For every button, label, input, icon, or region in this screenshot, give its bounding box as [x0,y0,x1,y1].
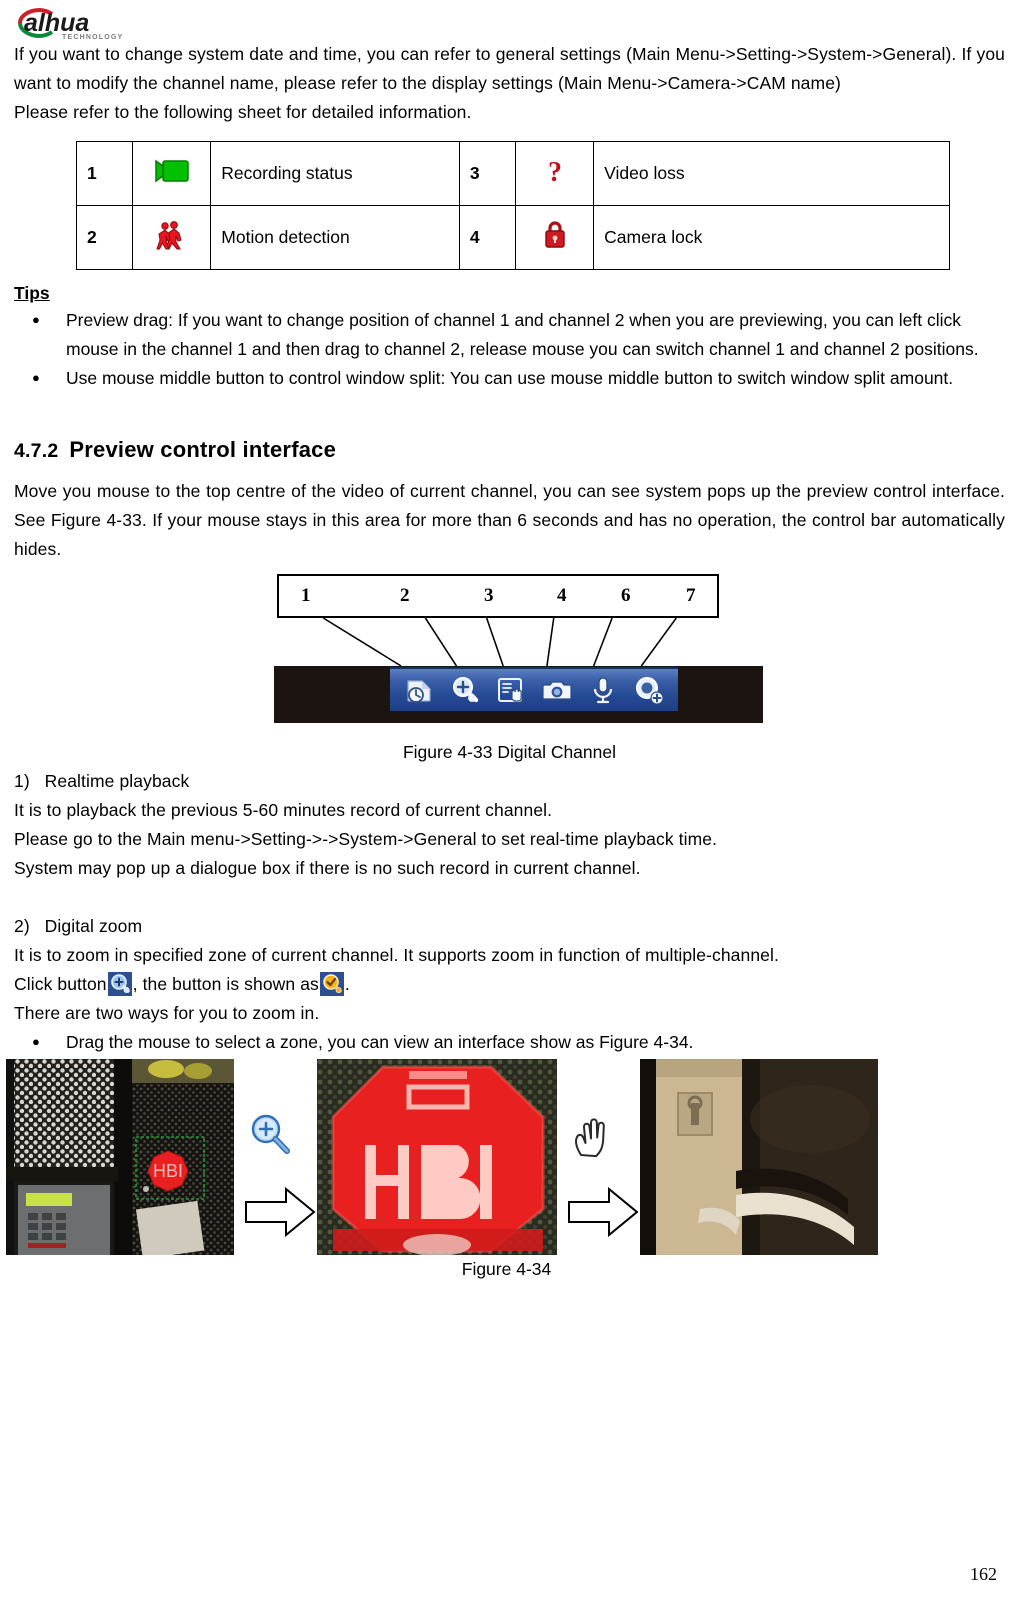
video-loss-question-mark-icon: ? [514,141,595,206]
figure-4-34-shot-2 [317,1059,557,1255]
figure-4-34-shot-3 [640,1059,878,1255]
row2-left-label: Motion detection [210,205,460,270]
svg-text:HBI: HBI [153,1161,183,1181]
dahua-logo-icon: alhua TECHNOLOGY [18,7,123,41]
item1-line-2: Please go to the Main menu->Setting->->S… [14,829,718,849]
dahua-logo: alhua TECHNOLOGY [14,4,164,41]
svg-text:?: ? [548,157,562,186]
snapshot-camera-icon[interactable] [540,673,574,707]
status-icon-legend-table: 1 Recording status 3 ? Video loss 2 Moti… [75,141,950,270]
zoom-in-magnifier-icon [247,1111,293,1162]
callout-number-1: 1 [301,585,311,606]
row1-right-label: Video loss [593,141,950,206]
intro-paragraph-2: Please refer to the following sheet for … [14,102,472,122]
list-item: Use mouse middle button to control windo… [14,363,1005,393]
motion-detection-running-person-icon [132,205,212,270]
zoomed-hbi-red-octagon-sign [317,1059,557,1255]
row1-right-number: 3 [458,141,516,206]
zoom-ways-list: Drag the mouse to select a zone, you can… [14,1027,1005,1057]
list-item: Drag the mouse to select a zone, you can… [14,1027,1005,1057]
camera-view-with-green-selection-box-on-hbi-sign: HBI [6,1059,234,1255]
item1-heading: 1) Realtime playback [14,767,1005,796]
svg-text:alhua: alhua [24,9,89,37]
row2-right-label: Camera lock [593,205,950,270]
item2-title: Digital zoom [44,916,143,936]
callout-leader-lines [322,617,677,667]
tips-list: Preview drag: If you want to change posi… [14,305,1005,393]
zoom-in-magnifier-blue-icon[interactable] [107,972,132,996]
zoomed-door-handle-detail [640,1059,878,1255]
logo-tagline: TECHNOLOGY [62,34,123,41]
item2-click-mid: , the button is shown as [132,974,319,994]
row1-left-number: 1 [75,141,134,206]
table-row: 1 Recording status 3 ? Video loss [75,141,950,206]
brand-header: alhua TECHNOLOGY [14,0,1005,41]
item2-click-prefix: Click button [14,974,107,994]
table-row: 2 Motion detection 4 Camera lock [75,205,950,270]
figure-4-33: 1 2 3 4 6 7 [14,574,1005,736]
item1-number: 1) [14,771,30,791]
tips-heading: Tips [14,283,50,303]
figure-4-34-caption: Figure 4-34 [461,1259,552,1279]
digital-zoom-icon[interactable] [448,673,482,707]
callout-number-3: 3 [484,585,494,606]
item2-line-2: There are two ways for you to zoom in. [14,1003,320,1023]
row1-left-label: Recording status [210,141,460,206]
figure-4-34-shot-1: HBI [6,1059,234,1255]
block-right-arrow-icon [567,1186,639,1243]
remote-device-add-icon[interactable] [632,673,666,707]
callout-number-box: 1 2 3 4 6 7 [277,574,719,618]
manual-record-icon[interactable] [494,673,528,707]
row2-left-number: 2 [75,205,134,270]
item1-line-1: It is to playback the previous 5-60 minu… [14,800,553,820]
figure-4-34: HBI [6,1059,1005,1255]
item1-line-3: System may pop up a dialogue box if ther… [14,858,641,878]
zoom-confirm-magnifier-orange-icon[interactable] [319,972,344,996]
row2-right-number: 4 [458,205,516,270]
section-number: 4.7.2 [14,440,59,462]
intro-paragraph-1: If you want to change system date and ti… [14,44,1005,93]
figure-4-33-caption: Figure 4-33 Digital Channel [402,742,617,762]
item2-click-line: Click button , the button is shown as . [14,970,1005,999]
page-number: 162 [970,1564,997,1584]
item2-number: 2) [14,916,30,936]
callout-number-2: 2 [400,585,410,606]
audio-microphone-icon[interactable] [586,673,620,707]
page-title: 4.7.2 Preview control interface [14,437,1005,463]
block-right-arrow-icon [244,1186,316,1243]
pan-hand-icon [570,1115,616,1168]
callout-number-7: 7 [686,585,696,606]
item2-line-1: It is to zoom in specified zone of curre… [14,945,779,965]
callout-number-4: 4 [557,585,567,606]
item2-click-suffix: . [344,974,350,994]
camera-lock-padlock-icon [514,205,595,270]
list-item: Preview drag: If you want to change posi… [14,305,1005,364]
section-title: Preview control interface [69,437,337,462]
realtime-playback-icon[interactable] [402,673,436,707]
document-page: alhua TECHNOLOGY If you want to change s… [0,0,1019,1599]
section-body: Move you mouse to the top centre of the … [14,481,1005,559]
recording-status-camcorder-icon [132,141,212,206]
callout-number-6: 6 [621,585,631,606]
item1-title: Realtime playback [44,771,190,791]
item2-heading: 2) Digital zoom [14,912,1005,941]
preview-control-bar[interactable] [390,667,678,711]
